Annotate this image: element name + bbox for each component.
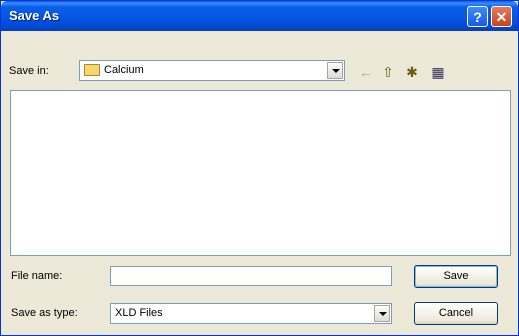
- file-list-view[interactable]: [10, 90, 511, 256]
- save-in-value: Calcium: [104, 64, 144, 76]
- save-button[interactable]: Save: [414, 265, 498, 288]
- chevron-down-icon[interactable]: [327, 62, 343, 79]
- new-folder-icon[interactable]: ✱: [403, 64, 421, 80]
- title-bar[interactable]: Save As ? ✕: [1, 1, 518, 31]
- back-icon[interactable]: ←: [357, 64, 375, 80]
- views-menu-icon[interactable]: ▦: [429, 64, 447, 80]
- save-as-type-label: Save as type:: [11, 307, 78, 319]
- file-name-input[interactable]: [110, 266, 392, 286]
- save-as-type-dropdown[interactable]: XLD Files: [110, 303, 392, 324]
- help-button[interactable]: ?: [467, 6, 488, 27]
- window-title: Save As: [9, 8, 60, 23]
- cancel-button[interactable]: Cancel: [414, 302, 498, 325]
- save-as-type-value: XLD Files: [115, 307, 163, 319]
- save-in-label: Save in:: [9, 65, 49, 77]
- close-button[interactable]: ✕: [491, 6, 512, 27]
- save-in-dropdown[interactable]: Calcium: [79, 60, 345, 81]
- folder-icon: [84, 64, 100, 76]
- save-as-dialog: Save As ? ✕ Save in: Calcium ← ⇧ ✱ ▦ Fil…: [0, 0, 519, 336]
- chevron-down-icon[interactable]: [374, 305, 390, 322]
- up-folder-icon[interactable]: ⇧: [379, 64, 397, 80]
- file-name-label: File name:: [11, 270, 63, 282]
